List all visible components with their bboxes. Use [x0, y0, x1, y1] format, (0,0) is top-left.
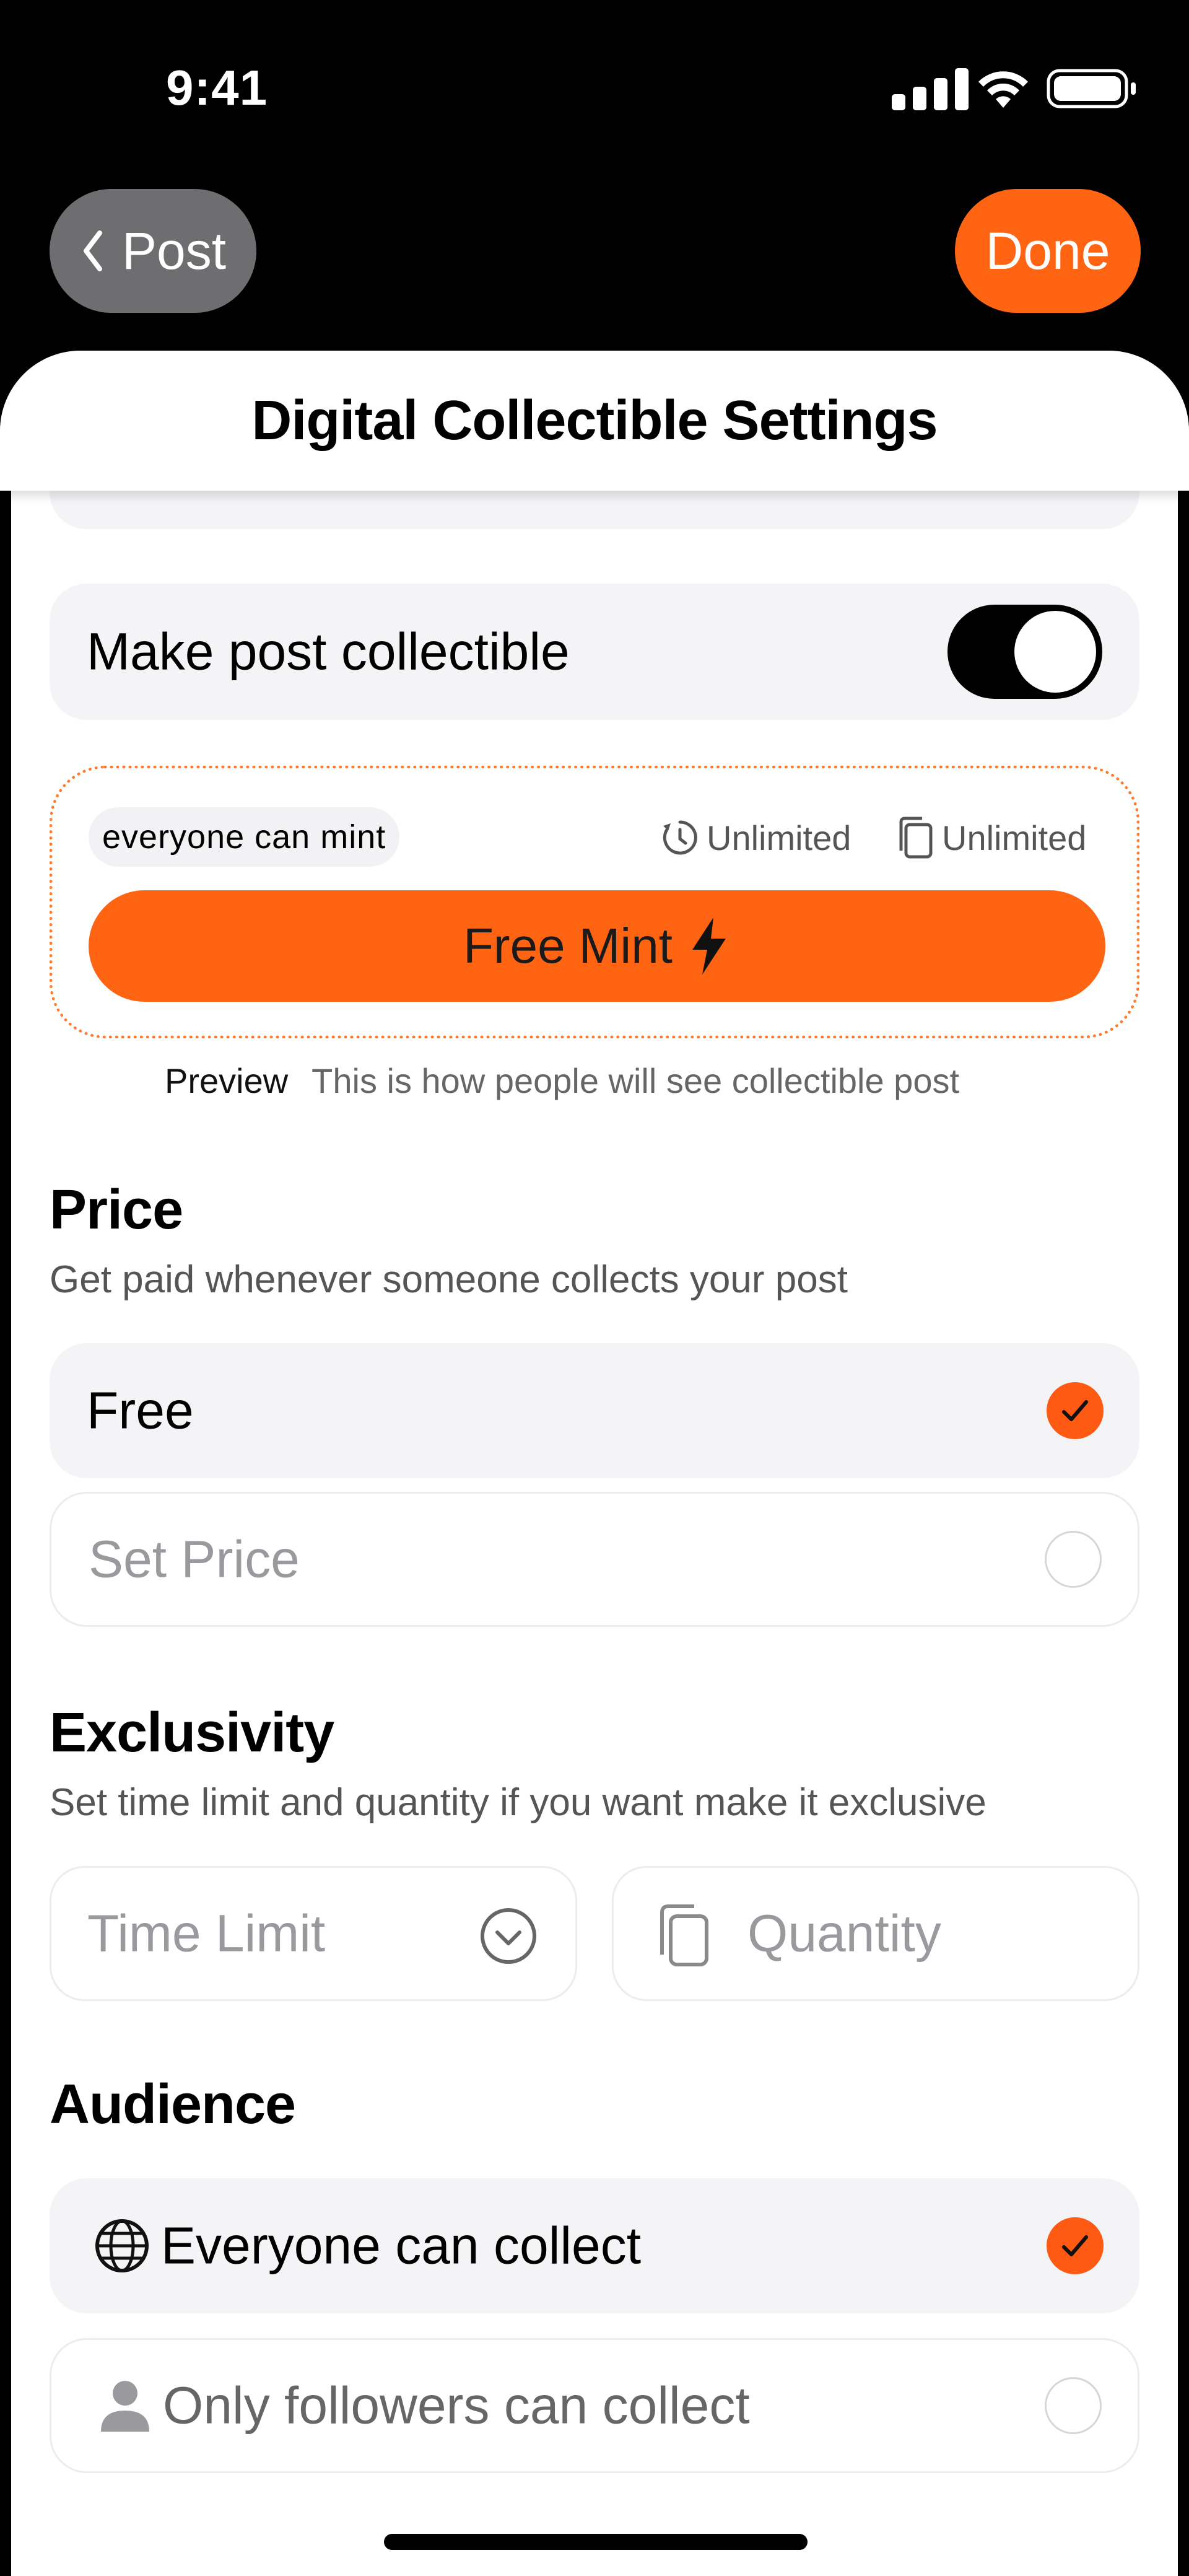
status-time: 9:41	[166, 60, 268, 115]
cellular-signal-icon	[892, 68, 969, 110]
status-icons	[892, 67, 1139, 110]
checkmark-selected-icon	[1047, 1382, 1104, 1439]
lightning-icon	[692, 918, 726, 975]
globe-icon	[95, 2219, 149, 2272]
price-option-free[interactable]: Free	[50, 1343, 1139, 1478]
battery-icon	[1047, 69, 1136, 108]
chevron-left-icon	[83, 230, 102, 271]
wifi-icon	[978, 71, 1028, 108]
time-limit-select[interactable]: Time Limit	[50, 1866, 577, 2001]
audience-option-label: Only followers can collect	[163, 2376, 750, 2435]
price-option-label: Free	[87, 1381, 194, 1440]
free-mint-label: Free Mint	[463, 918, 673, 973]
audience-option-everyone[interactable]: Everyone can collect	[50, 2178, 1139, 2313]
checkmark-selected-icon	[1047, 2217, 1104, 2274]
copies-icon	[899, 817, 933, 859]
audience-pill: everyone can mint	[89, 807, 400, 867]
quantity-meta: Unlimited	[895, 811, 1086, 864]
back-button-label: Post	[121, 221, 227, 280]
quantity-placeholder: Quantity	[747, 1904, 941, 1963]
copies-icon	[660, 1904, 708, 1966]
scrolled-card	[50, 491, 1139, 529]
free-mint-button[interactable]: Free Mint	[89, 890, 1105, 1002]
time-limit-placeholder: Time Limit	[87, 1904, 326, 1963]
chevron-down-circle-icon	[481, 1908, 536, 1964]
quantity-input[interactable]: Quantity	[612, 1866, 1139, 2001]
price-option-label: Set Price	[89, 1530, 300, 1588]
exclusivity-subtitle: Set time limit and quantity if you want …	[50, 1781, 986, 1824]
person-icon	[101, 2381, 149, 2432]
audience-option-followers[interactable]: Only followers can collect	[50, 2338, 1139, 2473]
audience-option-label: Everyone can collect	[161, 2216, 642, 2275]
sheet-title: Digital Collectible Settings	[251, 390, 938, 452]
preview-caption-label: Preview	[165, 1061, 289, 1100]
done-button[interactable]: Done	[955, 189, 1141, 313]
make-collectible-label: Make post collectible	[87, 622, 570, 681]
time-limit-meta: Unlimited	[660, 811, 851, 864]
make-collectible-row[interactable]: Make post collectible	[50, 584, 1139, 720]
radio-unselected-icon	[1045, 2377, 1102, 2434]
back-button[interactable]: Post	[50, 189, 256, 313]
quantity-value: Unlimited	[942, 818, 1087, 857]
exclusivity-title: Exclusivity	[50, 1702, 334, 1764]
done-button-label: Done	[985, 221, 1110, 280]
time-limit-value: Unlimited	[707, 818, 851, 857]
price-title: Price	[50, 1179, 183, 1241]
collectible-preview: everyone can mint Unlimited Unlimited Fr…	[50, 766, 1139, 1038]
preview-caption: Preview This is how people will see colle…	[165, 1061, 959, 1101]
toggle-knob	[1014, 611, 1096, 693]
radio-unselected-icon	[1045, 1531, 1102, 1588]
sheet-edge-right	[1178, 491, 1189, 2576]
timer-icon	[663, 820, 697, 855]
make-collectible-toggle[interactable]	[947, 605, 1102, 699]
audience-title: Audience	[50, 2074, 296, 2136]
home-indicator[interactable]	[384, 2534, 808, 2550]
price-subtitle: Get paid whenever someone collects your …	[50, 1258, 848, 1301]
price-option-set-price[interactable]: Set Price	[50, 1492, 1139, 1627]
screen: 9:41 Post Done Digital Collectible Setti…	[0, 0, 1189, 2576]
sheet-header: Digital Collectible Settings	[0, 351, 1189, 491]
sheet-edge-left	[0, 491, 11, 2576]
preview-caption-text: This is how people will see collectible …	[311, 1061, 960, 1100]
